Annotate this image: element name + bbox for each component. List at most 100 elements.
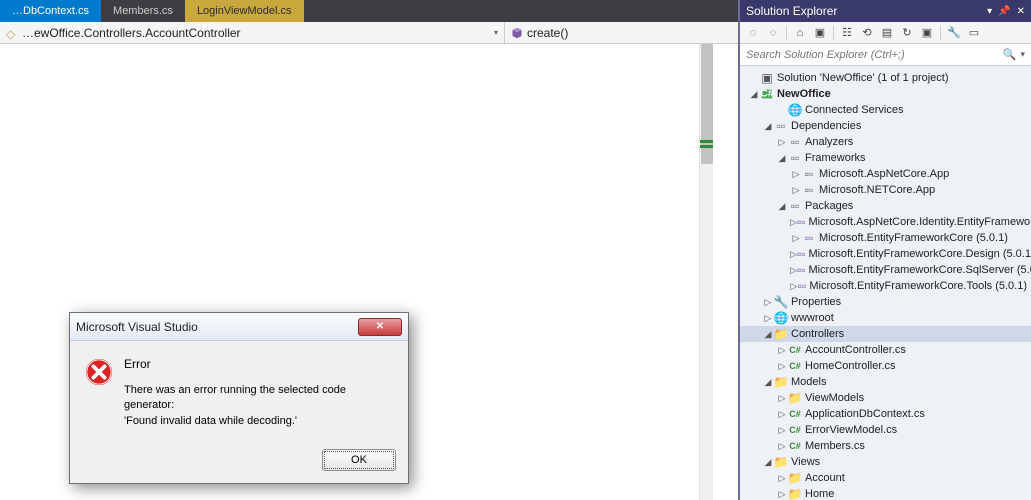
vertical-scrollbar[interactable] — [699, 44, 713, 500]
back-icon[interactable]: ◌ — [744, 24, 762, 42]
tree-node-label: Frameworks — [805, 152, 866, 164]
panel-title: Solution Explorer — [746, 4, 837, 18]
tree-twist-icon[interactable] — [790, 217, 797, 228]
tree-node[interactable]: ▫▫Microsoft.EntityFrameworkCore.Tools (5… — [740, 278, 1031, 294]
folder-icon: 📁 — [788, 471, 802, 485]
panel-pin-icon[interactable]: 📌 — [998, 6, 1010, 17]
tree-twist-icon[interactable] — [790, 265, 797, 276]
tree-node[interactable]: ▫▫Microsoft.EntityFrameworkCore (5.0.1) — [740, 230, 1031, 246]
tree-node[interactable]: ▫▫Dependencies — [740, 118, 1031, 134]
tree-node[interactable]: ▫▫Microsoft.EntityFrameworkCore.Design (… — [740, 246, 1031, 262]
tree-node-label: Members.cs — [805, 440, 865, 452]
pkg-icon: ▫▫ — [797, 263, 806, 277]
tree-node[interactable]: ▫▫Microsoft.AspNetCore.Identity.EntityFr… — [740, 214, 1031, 230]
csharp-icon: C# — [788, 359, 802, 373]
tree-node[interactable]: 📁ViewModels — [740, 390, 1031, 406]
tree-twist-icon[interactable] — [776, 441, 788, 452]
breadcrumb-scope-label: …ewOffice.Controllers.AccountController — [22, 26, 241, 40]
tree-node[interactable]: ▫▫Packages — [740, 198, 1031, 214]
tree-twist-icon[interactable] — [776, 409, 788, 420]
tree-node-label: HomeController.cs — [805, 360, 895, 372]
tree-node[interactable]: ▫▫Analyzers — [740, 134, 1031, 150]
tree-twist-icon[interactable] — [776, 473, 788, 484]
tree-node[interactable]: 📁Account — [740, 470, 1031, 486]
properties-icon[interactable]: 🔧 — [945, 24, 963, 42]
tree-node[interactable]: C#ApplicationDbContext.cs — [740, 406, 1031, 422]
tree-twist-icon[interactable] — [762, 457, 774, 468]
ok-button[interactable]: OK — [322, 449, 396, 471]
dialog-title: Microsoft Visual Studio — [76, 320, 198, 334]
tree-twist-icon[interactable] — [776, 201, 788, 212]
tree-twist-icon[interactable] — [790, 169, 802, 180]
panel-menu-icon[interactable]: ▾ — [987, 6, 992, 17]
solutions-views-icon[interactable]: ▣ — [811, 24, 829, 42]
tree-node[interactable]: 📁Views — [740, 454, 1031, 470]
tree-node[interactable]: ▫▫Frameworks — [740, 150, 1031, 166]
tree-twist-icon[interactable] — [762, 121, 774, 132]
folder-icon: 📁 — [774, 455, 788, 469]
tree-twist-icon[interactable] — [762, 297, 774, 308]
tree-node[interactable]: 🌐Connected Services — [740, 102, 1031, 118]
tree-node-label: Microsoft.EntityFrameworkCore.Tools (5.0… — [809, 280, 1027, 292]
search-input[interactable] — [746, 49, 1003, 61]
tree-node-label: Home — [805, 488, 834, 500]
collapse-icon[interactable]: ▣ — [918, 24, 936, 42]
tree-node[interactable]: 📁Controllers — [740, 326, 1031, 342]
tree-node[interactable]: ▫▫Microsoft.EntityFrameworkCore.SqlServe… — [740, 262, 1031, 278]
show-all-icon[interactable]: ▤ — [878, 24, 896, 42]
tree-node-label: wwwroot — [791, 312, 834, 324]
tree-node[interactable]: ▣Solution 'NewOffice' (1 of 1 project) — [740, 70, 1031, 86]
tree-node[interactable]: 🔧Properties — [740, 294, 1031, 310]
sync-icon[interactable]: ⟲ — [858, 24, 876, 42]
tree-twist-icon[interactable] — [762, 329, 774, 340]
search-icon[interactable]: 🔍 — [1003, 48, 1017, 61]
tree-twist-icon[interactable] — [776, 393, 788, 404]
tree-twist-icon[interactable] — [776, 345, 788, 356]
separator — [786, 26, 787, 40]
refresh-icon[interactable]: ↻ — [898, 24, 916, 42]
tree-twist-icon[interactable] — [748, 89, 760, 100]
tree-twist-icon[interactable] — [776, 361, 788, 372]
tree-node[interactable]: C#HomeController.cs — [740, 358, 1031, 374]
method-icon — [511, 27, 523, 39]
home-icon[interactable]: ⌂ — [791, 24, 809, 42]
nest-icon[interactable]: ☷ — [838, 24, 856, 42]
forward-icon[interactable]: ◌ — [764, 24, 782, 42]
tree-node-label: NewOffice — [777, 88, 831, 100]
tree-twist-icon[interactable] — [762, 377, 774, 388]
tree-node[interactable]: C#ErrorViewModel.cs — [740, 422, 1031, 438]
globe-icon: 🌐 — [788, 103, 802, 117]
tree-node[interactable]: C#Members.cs — [740, 438, 1031, 454]
tree-node-label: Microsoft.EntityFrameworkCore.Design (5.… — [808, 248, 1031, 260]
tree-twist-icon[interactable] — [790, 249, 797, 260]
tree-twist-icon[interactable] — [776, 489, 788, 500]
tree-node[interactable]: 📁Models — [740, 374, 1031, 390]
tab-loginviewmodel[interactable]: LoginViewModel.cs — [185, 0, 304, 22]
tree-node[interactable]: C#AccountController.cs — [740, 342, 1031, 358]
tree-twist-icon[interactable] — [776, 153, 788, 164]
dep-icon: ▫▫ — [774, 119, 788, 133]
dialog-close-button[interactable]: ✕ — [358, 318, 402, 336]
tree-node[interactable]: ▫▫Microsoft.AspNetCore.App — [740, 166, 1031, 182]
tree-node[interactable]: 🌐wwwroot — [740, 310, 1031, 326]
panel-close-icon[interactable]: ✕ — [1017, 6, 1025, 17]
tree-twist-icon[interactable] — [776, 425, 788, 436]
dialog-title-bar[interactable]: Microsoft Visual Studio ✕ — [70, 313, 408, 341]
search-dropdown-icon[interactable]: ▾ — [1020, 49, 1025, 60]
tree-node-label: Controllers — [791, 328, 844, 340]
tree-twist-icon[interactable] — [790, 233, 802, 244]
tree-twist-icon[interactable] — [790, 185, 802, 196]
tree-node[interactable]: 📁Home — [740, 486, 1031, 500]
breadcrumb-scope[interactable]: ◇ …ewOffice.Controllers.AccountControlle… — [0, 22, 505, 43]
tree-twist-icon[interactable] — [762, 313, 774, 324]
tab-members[interactable]: Members.cs — [101, 0, 185, 22]
csharp-icon: C# — [788, 423, 802, 437]
tree-node[interactable]: ▫▫Microsoft.NETCore.App — [740, 182, 1031, 198]
tree-twist-icon[interactable] — [790, 281, 798, 292]
tree-node[interactable]: C#NewOffice — [740, 86, 1031, 102]
preview-icon[interactable]: ▭ — [965, 24, 983, 42]
panel-title-bar[interactable]: Solution Explorer ▾ 📌 ✕ — [740, 0, 1031, 22]
solution-tree[interactable]: ▣Solution 'NewOffice' (1 of 1 project)C#… — [740, 66, 1031, 500]
tab-dbcontext[interactable]: …DbContext.cs — [0, 0, 101, 22]
tree-twist-icon[interactable] — [776, 137, 788, 148]
